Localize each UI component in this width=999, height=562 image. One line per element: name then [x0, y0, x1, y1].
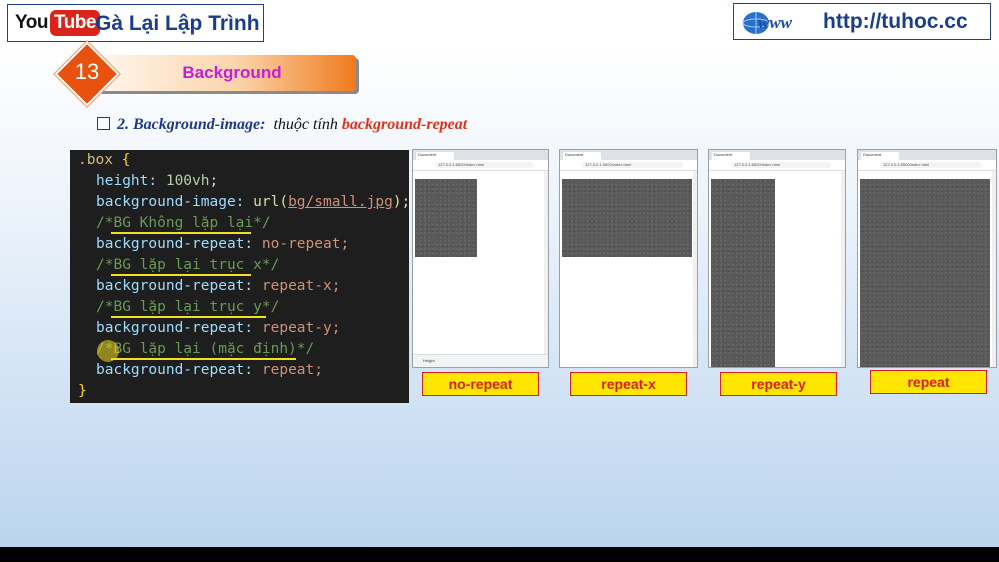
code-line-repeat: background-repeat: repeat; — [96, 362, 323, 378]
open-brace: { — [121, 152, 131, 168]
val-repeat-y: repeat-y; — [261, 320, 341, 336]
bg-image-tile-row — [562, 179, 692, 257]
video-bottom-bar — [0, 547, 999, 562]
comment-repeat-y: /*BG lặp lại trục y*/ — [96, 299, 280, 315]
heading-property: background-repeat — [341, 116, 468, 133]
site-url-header: www http://tuhoc.cc — [733, 3, 991, 40]
comment-repeat: /*BG lặp lại (mặc định)*/ — [96, 341, 315, 357]
caption-repeat-y: repeat-y — [720, 372, 837, 396]
browser-tab: Document — [861, 152, 899, 160]
address-bar: 127.0.0.1:5500/index.html — [413, 160, 548, 171]
address-bar: 127.0.0.1:5500/index.html — [858, 160, 996, 171]
download-bar: Height — [413, 354, 548, 367]
prop-background-image: background-image: — [96, 194, 245, 210]
browser-preview-repeat: Document 127.0.0.1:5500/index.html — [857, 149, 997, 368]
underline-annotation — [111, 232, 251, 234]
lesson-banner: Background — [96, 55, 356, 91]
www-globe-icon: www — [742, 12, 793, 34]
site-url: http://tuhoc.cc — [823, 10, 968, 33]
scrollbar — [544, 171, 548, 367]
comment-repeat-x: /*BG lặp lại trục x*/ — [96, 257, 280, 273]
browser-preview-repeat-x: Document 127.0.0.1:5500/index.html — [559, 149, 698, 368]
underline-annotation — [111, 274, 251, 276]
code-editor: .box { height: 100vh; background-image: … — [70, 150, 411, 403]
browser-tab-bar: Document — [560, 150, 697, 160]
section-heading: 2. Background-image: thuộc tính backgrou… — [97, 116, 467, 134]
youtube-logo-tube: Tube — [50, 10, 100, 36]
val-no-repeat: no-repeat; — [261, 236, 350, 252]
scrollbar — [693, 171, 697, 367]
address-field: 127.0.0.1:5500/index.html — [582, 162, 683, 168]
page-viewport — [561, 171, 696, 366]
image-path: bg/small.jpg — [288, 194, 393, 210]
browser-tab-bar: Document — [858, 150, 996, 160]
prop-height: height: — [96, 173, 158, 189]
code-line-2: height: 100vh; — [96, 173, 219, 189]
browser-preview-repeat-y: Document 127.0.0.1:5500/index.html — [708, 149, 846, 368]
bg-image-tile-grid — [860, 179, 990, 367]
channel-header: You Tube Gà Lại Lập Trình — [7, 4, 264, 42]
bg-image-tile-column — [711, 179, 775, 367]
lesson-number: 13 — [74, 59, 100, 84]
address-bar: 127.0.0.1:5500/index.html — [560, 160, 697, 171]
youtube-logo-you: You — [15, 12, 48, 33]
close-brace: } — [78, 383, 87, 399]
css-selector: .box — [78, 152, 113, 168]
heading-main: 2. Background-image: — [117, 116, 266, 133]
browser-preview-no-repeat: Document 127.0.0.1:5500/index.html Heigh… — [412, 149, 549, 368]
address-field: 127.0.0.1:5500/index.html — [880, 162, 982, 168]
heading-middle: thuộc tính — [273, 116, 338, 133]
caption-repeat-x: repeat-x — [570, 372, 687, 396]
address-field: 127.0.0.1:5500/index.html — [435, 162, 534, 168]
bg-image-tile — [415, 179, 477, 257]
caption-no-repeat: no-repeat — [422, 372, 539, 396]
underline-annotation — [111, 316, 266, 318]
checkbox-bullet-icon — [97, 117, 110, 130]
url-function: url( — [253, 194, 289, 210]
code-line-1: .box { — [78, 150, 130, 171]
www-text: www — [758, 13, 793, 32]
lesson-title: Background — [182, 63, 282, 82]
browser-tab: Document — [416, 152, 454, 160]
code-line-close: } — [78, 381, 87, 402]
code-line-repeat-y: background-repeat: repeat-y; — [96, 320, 341, 336]
val-repeat-x: repeat-x; — [261, 278, 341, 294]
channel-name: Gà Lại Lập Trình — [95, 12, 260, 35]
scrollbar — [841, 171, 845, 367]
val-height: 100vh — [165, 173, 210, 189]
code-line-3: background-image: url(bg/small.jpg); — [96, 194, 411, 210]
val-repeat: repeat; — [261, 362, 323, 378]
browser-tab: Document — [563, 152, 601, 160]
address-field: 127.0.0.1:5500/index.html — [731, 162, 831, 168]
comment-no-repeat: /*BG Không lặp lại*/ — [96, 215, 271, 231]
scrollbar — [992, 171, 996, 367]
caption-repeat: repeat — [870, 370, 987, 394]
code-line-no-repeat: background-repeat: no-repeat; — [96, 236, 350, 252]
page-viewport — [859, 171, 995, 367]
address-bar: 127.0.0.1:5500/index.html — [709, 160, 845, 171]
browser-tab: Document — [712, 152, 750, 160]
browser-tab-bar: Document — [413, 150, 548, 160]
underline-annotation — [111, 358, 296, 360]
page-viewport — [414, 171, 547, 366]
mouse-cursor-highlight — [97, 340, 119, 362]
code-line-repeat-x: background-repeat: repeat-x; — [96, 278, 341, 294]
page-viewport — [710, 171, 844, 367]
browser-tab-bar: Document — [709, 150, 845, 160]
